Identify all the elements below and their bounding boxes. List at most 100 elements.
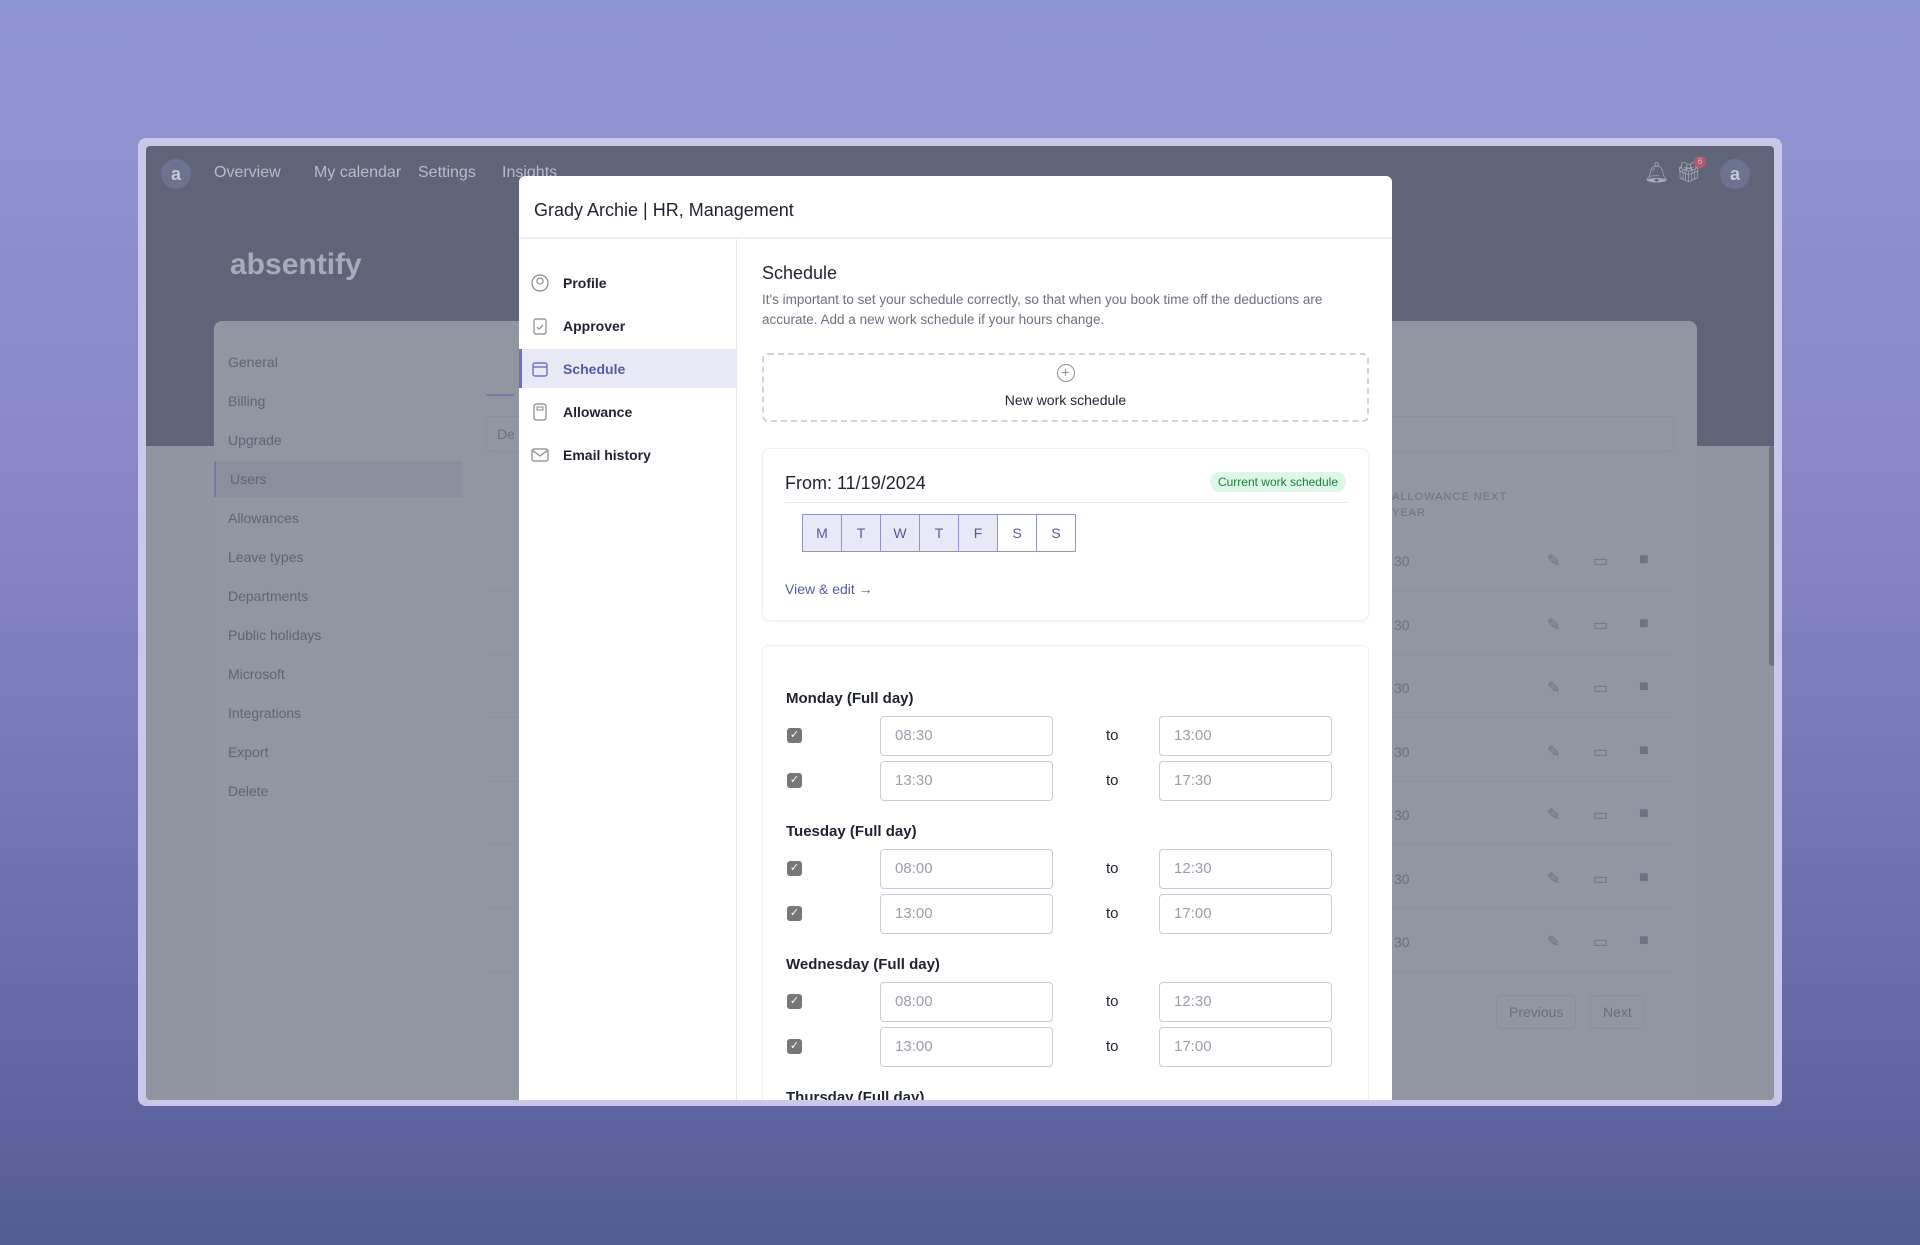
- to-label: to: [1106, 727, 1119, 744]
- end-time-input[interactable]: 17:00: [1159, 1027, 1332, 1067]
- archive-icon[interactable]: ■: [1639, 678, 1649, 696]
- previous-button[interactable]: Previous: [1496, 995, 1577, 1029]
- time-slot-checkbox[interactable]: ✓: [787, 906, 802, 921]
- start-time-input[interactable]: 08:00: [880, 982, 1053, 1022]
- end-time-input[interactable]: 12:30: [1159, 982, 1332, 1022]
- modal-nav-profile[interactable]: Profile: [519, 263, 737, 302]
- workday-selector: MTWTFSS: [802, 514, 1076, 552]
- pencil-icon[interactable]: ✎: [1547, 742, 1560, 762]
- settings-menu-item-leave-types[interactable]: Leave types: [228, 549, 304, 565]
- to-label: to: [1106, 1038, 1119, 1055]
- nav-my-calendar[interactable]: My calendar: [314, 164, 401, 182]
- allowance-next-year-cell: 30: [1394, 807, 1410, 823]
- modal-nav-email-history[interactable]: Email history: [519, 435, 737, 474]
- scrollbar[interactable]: [1769, 446, 1774, 666]
- archive-icon[interactable]: ■: [1639, 615, 1649, 633]
- envelope-icon: [531, 447, 549, 462]
- daily-hours-card: Monday (Full day) ✓ 08:30 to 13:00 ✓ 13:30 to 17…: [762, 645, 1369, 1100]
- modal-nav-allowance[interactable]: Allowance: [519, 392, 737, 431]
- settings-menu-item-departments[interactable]: Departments: [228, 588, 308, 604]
- day-toggle-3[interactable]: T: [919, 514, 959, 552]
- settings-menu-item-integrations[interactable]: Integrations: [228, 705, 301, 721]
- start-time-input[interactable]: 13:30: [880, 761, 1053, 801]
- monday-label: Monday (Full day): [786, 690, 914, 707]
- next-button[interactable]: Next: [1590, 995, 1645, 1029]
- time-slot-checkbox[interactable]: ✓: [787, 994, 802, 1009]
- start-time-input[interactable]: 08:30: [880, 716, 1053, 756]
- settings-menu-item-export[interactable]: Export: [228, 744, 268, 760]
- settings-menu-item-delete[interactable]: Delete: [228, 783, 268, 799]
- modal-nav-label: Approver: [563, 317, 626, 334]
- settings-menu-item-general[interactable]: General: [228, 354, 278, 370]
- pencil-icon[interactable]: ✎: [1547, 869, 1560, 889]
- modal-title: Grady Archie | HR, Management: [519, 176, 1392, 239]
- calendar-icon[interactable]: ▭: [1593, 678, 1608, 698]
- end-time-input[interactable]: 12:30: [1159, 849, 1332, 889]
- day-toggle-2[interactable]: W: [880, 514, 920, 552]
- nav-overview[interactable]: Overview: [214, 164, 281, 182]
- to-label: to: [1106, 860, 1119, 877]
- calendar-icon[interactable]: ▭: [1593, 615, 1608, 635]
- calendar-icon[interactable]: ▭: [1593, 869, 1608, 889]
- modal-nav-approver[interactable]: Approver: [519, 306, 737, 345]
- calendar-icon[interactable]: ▭: [1593, 742, 1608, 762]
- gift-badge: 6: [1694, 156, 1706, 168]
- schedule-title: Schedule: [762, 263, 838, 283]
- day-toggle-4[interactable]: F: [958, 514, 998, 552]
- avatar[interactable]: a: [1720, 159, 1750, 189]
- settings-menu-item-billing[interactable]: Billing: [228, 393, 265, 409]
- user-circle-icon: [531, 273, 549, 292]
- start-time-input[interactable]: 13:00: [880, 1027, 1053, 1067]
- to-label: to: [1106, 905, 1119, 922]
- end-time-input[interactable]: 17:00: [1159, 894, 1332, 934]
- pencil-icon[interactable]: ✎: [1547, 932, 1560, 952]
- archive-icon[interactable]: ■: [1639, 551, 1649, 569]
- day-toggle-6[interactable]: S: [1036, 514, 1076, 552]
- calendar-icon: [532, 361, 548, 377]
- pencil-icon[interactable]: ✎: [1547, 678, 1560, 698]
- time-slot-checkbox[interactable]: ✓: [787, 861, 802, 876]
- modal-nav-label: Schedule: [563, 360, 626, 377]
- day-toggle-0[interactable]: M: [802, 514, 842, 552]
- tab-underline: [486, 394, 514, 396]
- calendar-icon[interactable]: ▭: [1593, 551, 1608, 571]
- modal-nav-schedule[interactable]: Schedule: [519, 349, 737, 388]
- settings-menu-item-microsoft[interactable]: Microsoft: [228, 666, 285, 682]
- day-toggle-5[interactable]: S: [997, 514, 1037, 552]
- nav-settings[interactable]: Settings: [418, 164, 476, 182]
- schedule-description: It's important to set your schedule corr…: [762, 292, 1323, 327]
- time-slot-checkbox[interactable]: ✓: [787, 773, 802, 788]
- wednesday-label: Wednesday (Full day): [786, 956, 940, 973]
- end-time-input[interactable]: 13:00: [1159, 716, 1332, 756]
- settings-menu-item-allowances[interactable]: Allowances: [228, 510, 299, 526]
- modal-nav: Profile Approver Schedule Allowance Email hi…: [519, 239, 737, 1100]
- calculator-icon: [533, 402, 547, 421]
- modal-nav-label: Email history: [563, 446, 651, 463]
- archive-icon[interactable]: ■: [1639, 742, 1649, 760]
- new-work-schedule-label: New work schedule: [1004, 392, 1127, 408]
- plus-circle-icon: +: [1056, 364, 1075, 382]
- app-logo[interactable]: a: [161, 159, 191, 189]
- settings-menu-item-upgrade[interactable]: Upgrade: [228, 432, 282, 448]
- archive-icon[interactable]: ■: [1639, 932, 1649, 950]
- tuesday-label: Tuesday (Full day): [786, 823, 917, 840]
- new-work-schedule-button[interactable]: + New work schedule: [762, 353, 1369, 422]
- end-time-input[interactable]: 17:30: [1159, 761, 1332, 801]
- pencil-icon[interactable]: ✎: [1547, 551, 1560, 571]
- allowance-next-year-cell: 30: [1394, 680, 1410, 696]
- settings-menu-item-users[interactable]: Users: [214, 461, 462, 497]
- start-time-input[interactable]: 08:00: [880, 849, 1053, 889]
- calendar-icon[interactable]: ▭: [1593, 805, 1608, 825]
- bell-icon[interactable]: 🔔︎: [1644, 160, 1669, 185]
- time-slot-checkbox[interactable]: ✓: [787, 728, 802, 743]
- day-toggle-1[interactable]: T: [841, 514, 881, 552]
- view-edit-link[interactable]: View & edit →: [785, 581, 873, 597]
- pencil-icon[interactable]: ✎: [1547, 805, 1560, 825]
- archive-icon[interactable]: ■: [1639, 805, 1649, 823]
- settings-menu-item-public-holidays[interactable]: Public holidays: [228, 627, 321, 643]
- pencil-icon[interactable]: ✎: [1547, 615, 1560, 635]
- archive-icon[interactable]: ■: [1639, 869, 1649, 887]
- start-time-input[interactable]: 13:00: [880, 894, 1053, 934]
- time-slot-checkbox[interactable]: ✓: [787, 1039, 802, 1054]
- calendar-icon[interactable]: ▭: [1593, 932, 1608, 952]
